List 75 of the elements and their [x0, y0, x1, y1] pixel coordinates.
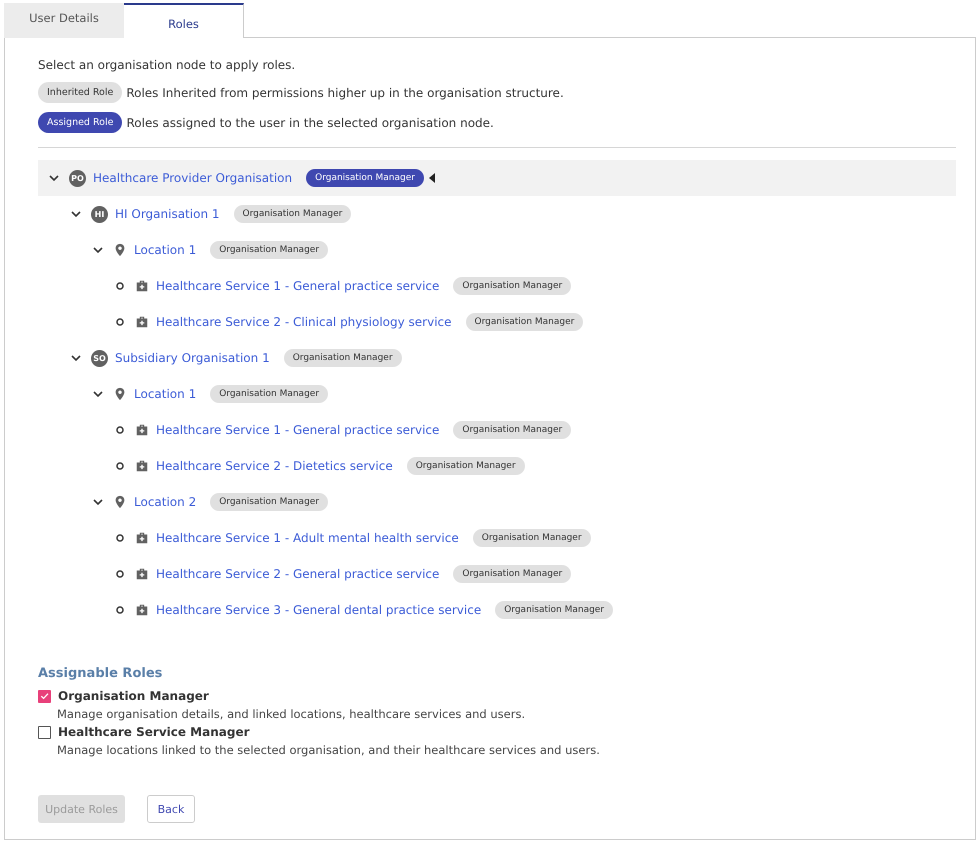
medical-kit-icon: [135, 531, 149, 545]
medical-kit-icon: [135, 423, 149, 437]
tree-row[interactable]: Healthcare Service 2 - General practice service Organisation Manager: [38, 556, 956, 592]
role-badge: Organisation Manager: [453, 277, 572, 295]
checkbox[interactable]: [38, 726, 51, 738]
map-pin-icon: [113, 495, 127, 509]
role-badge: Organisation Manager: [453, 565, 572, 583]
tree-row[interactable]: Healthcare Service 2 - Clinical physiology service Organisation Manager: [38, 304, 956, 340]
role-description: Manage organisation details, and linked locations, healthcare services and users.: [57, 707, 526, 721]
node-link[interactable]: Healthcare Service 2 - Clinical physiology service: [156, 315, 452, 329]
role-badge: Inherited Role: [38, 82, 122, 103]
org-avatar: PO: [69, 170, 86, 186]
tree-row[interactable]: Healthcare Service 1 - General practice service Organisation Manager: [38, 412, 956, 448]
node-link[interactable]: Healthcare Provider Organisation: [93, 171, 292, 185]
role-badge: Organisation Manager: [466, 313, 584, 331]
map-pin-icon: [113, 243, 127, 257]
tree-row[interactable]: Healthcare Service 1 - Adult mental health service Organisation Manager: [38, 520, 956, 556]
node-link[interactable]: Location 2: [134, 495, 196, 509]
role-badge: Organisation Manager: [234, 205, 352, 223]
role-badge: Organisation Manager: [406, 457, 525, 475]
tree-row[interactable]: HI HI Organisation 1 Organisation Manager: [38, 196, 956, 232]
role-description: Manage locations linked to the selected organisation, and their healthcare services and users.: [57, 743, 601, 757]
bullet-icon: [114, 568, 126, 580]
bullet-icon: [114, 280, 126, 292]
org-avatar: SO: [91, 350, 108, 366]
node-link[interactable]: Healthcare Service 1 - General practice service: [156, 423, 440, 437]
medical-kit-icon: [135, 315, 149, 329]
map-pin-icon: [113, 387, 127, 401]
tab[interactable]: User Details: [4, 3, 124, 38]
role-badge: Assigned Role: [38, 112, 122, 133]
tree-row[interactable]: Location 2 Organisation Manager: [38, 484, 956, 520]
node-link[interactable]: Healthcare Service 1 - Adult mental health service: [156, 531, 459, 545]
tree-row[interactable]: Healthcare Service 1 - General practice service Organisation Manager: [38, 268, 956, 304]
role-badge: Organisation Manager: [210, 241, 328, 259]
tree-row[interactable]: SO Subsidiary Organisation 1 Organisation Manager: [38, 340, 956, 376]
bullet-icon: [114, 424, 126, 436]
medical-kit-icon: [135, 603, 149, 617]
role-name: Healthcare Service Manager: [58, 725, 250, 739]
node-link[interactable]: Healthcare Service 2 - Dietetics service: [156, 459, 393, 473]
node-link[interactable]: Location 1: [134, 387, 196, 401]
selection-caret-icon: [428, 173, 435, 183]
role-badge: Organisation Manager: [210, 385, 328, 403]
tree-row[interactable]: Healthcare Service 2 - Dietetics service Organisation Manager: [38, 448, 956, 484]
node-link[interactable]: Subsidiary Organisation 1: [115, 351, 270, 365]
node-link[interactable]: HI Organisation 1: [115, 207, 220, 221]
tree-row[interactable]: Healthcare Service 3 - General dental practice service Organisation Manager: [38, 592, 956, 628]
bullet-icon: [114, 604, 126, 616]
medical-kit-icon: [135, 567, 149, 581]
medical-kit-icon: [135, 459, 149, 473]
role-badge: Organisation Manager: [284, 349, 402, 367]
legend-text: Roles assigned to the user in the selected organisation node.: [126, 116, 494, 130]
legend-text: Roles Inherited from permissions higher up in the organisation structure.: [126, 86, 564, 100]
role-badge: Organisation Manager: [306, 169, 424, 187]
section-heading: Assignable Roles: [38, 666, 164, 681]
node-link[interactable]: Healthcare Service 3 - General dental practice service: [156, 603, 482, 617]
role-badge: Organisation Manager: [495, 601, 614, 619]
role-name: Organisation Manager: [58, 689, 209, 703]
tree-row[interactable]: Location 1 Organisation Manager: [38, 232, 956, 268]
role-badge: Organisation Manager: [453, 421, 572, 439]
tab[interactable]: Roles: [124, 3, 244, 38]
bullet-icon: [114, 316, 126, 328]
node-link[interactable]: Location 1: [134, 243, 196, 257]
action-button[interactable]: Back: [147, 795, 195, 823]
role-badge: Organisation Manager: [210, 493, 328, 511]
org-avatar: HI: [91, 206, 108, 222]
tree-row[interactable]: PO Healthcare Provider Organisation Organisation Manager: [38, 160, 956, 196]
node-link[interactable]: Healthcare Service 2 - General practice service: [156, 567, 440, 581]
instruction-text: Select an organisation node to apply roles.: [38, 58, 296, 72]
role-badge: Organisation Manager: [472, 529, 591, 547]
tree-row[interactable]: Location 1 Organisation Manager: [38, 376, 956, 412]
node-link[interactable]: Healthcare Service 1 - General practice service: [156, 279, 440, 293]
bullet-icon: [114, 460, 126, 472]
checkbox[interactable]: [38, 690, 51, 702]
bullet-icon: [114, 532, 126, 544]
medical-kit-icon: [135, 279, 149, 293]
